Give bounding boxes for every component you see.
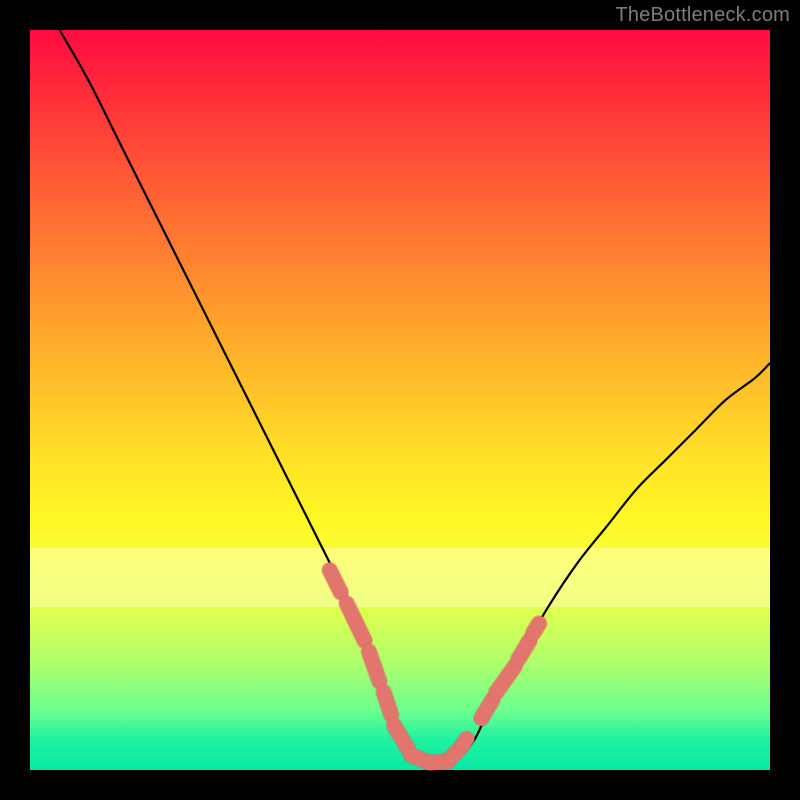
marker-segment [384, 692, 391, 714]
marker-segment [496, 666, 515, 692]
marker-segment [533, 624, 539, 634]
marker-group [330, 570, 539, 762]
chart-stage: TheBottleneck.com [0, 0, 800, 800]
watermark-text: TheBottleneck.com [615, 4, 790, 27]
marker-segment [481, 700, 492, 719]
marker-segment [518, 641, 529, 660]
curve-layer [30, 30, 770, 770]
bottleneck-curve [60, 30, 770, 764]
marker-segment [463, 739, 467, 744]
plot-area [30, 30, 770, 770]
marker-segment [330, 570, 341, 592]
marker-segment [369, 652, 379, 682]
marker-segment [347, 604, 365, 641]
